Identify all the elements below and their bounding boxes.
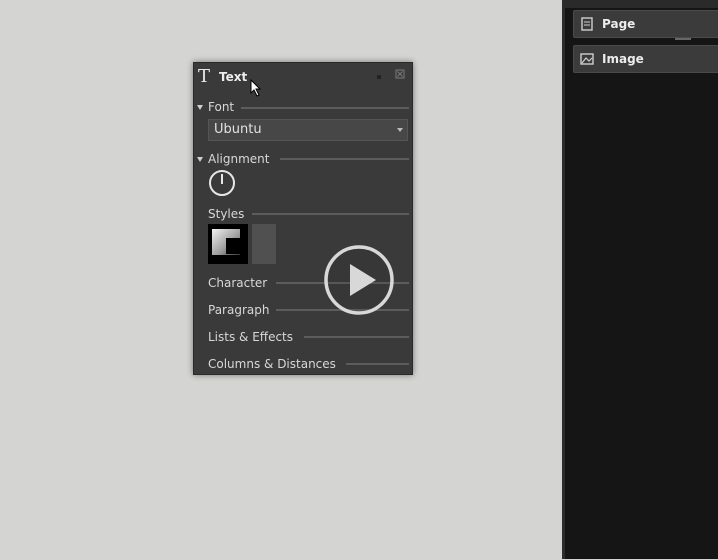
section-header-character[interactable]: Character <box>208 276 267 290</box>
section-label-character: Character <box>208 276 268 290</box>
section-label-styles: Styles <box>208 207 245 221</box>
side-item-page-label: Page <box>602 17 636 31</box>
font-family-value: Ubuntu <box>214 122 262 137</box>
alignment-dial-icon[interactable] <box>208 169 236 197</box>
section-header-paragraph[interactable]: Paragraph <box>208 303 269 317</box>
side-item-image[interactable]: Image <box>573 45 718 73</box>
side-item-page[interactable]: Page <box>573 10 718 38</box>
image-icon <box>580 53 594 65</box>
section-divider <box>280 158 409 160</box>
play-icon[interactable] <box>323 244 395 316</box>
side-item-image-label: Image <box>602 52 644 66</box>
dialog-menu-dot[interactable] <box>377 75 381 79</box>
section-label-alignment: Alignment <box>208 152 270 166</box>
section-label-lists-effects: Lists & Effects <box>208 330 294 344</box>
section-header-columns-distances[interactable]: Columns & Distances <box>208 357 336 371</box>
dialog-title: Text <box>219 70 248 84</box>
section-label-columns-distances: Columns & Distances <box>208 357 336 371</box>
section-header-styles[interactable]: Styles <box>208 207 244 221</box>
section-label-font: Font <box>208 100 235 114</box>
text-properties-dialog: T Text Font Ubuntu Alignment Styles Char… <box>193 62 413 375</box>
section-divider <box>346 363 409 365</box>
style-preview-swatch[interactable] <box>208 224 248 264</box>
section-divider <box>241 107 409 109</box>
side-panel-top-strip <box>565 0 718 8</box>
section-header-lists-effects[interactable]: Lists & Effects <box>208 330 293 344</box>
mouse-cursor-icon <box>250 79 262 97</box>
text-tool-icon: T <box>198 66 211 87</box>
canvas-area: Page Image T Text Font Ubuntu Alignment … <box>0 0 718 559</box>
chevron-down-icon <box>397 128 403 132</box>
side-panel: Page Image <box>562 0 718 559</box>
style-preview-swatch-secondary[interactable] <box>252 224 276 264</box>
section-header-alignment[interactable]: Alignment <box>197 152 269 166</box>
font-family-dropdown[interactable]: Ubuntu <box>208 119 408 141</box>
dialog-titlebar[interactable]: T Text <box>194 63 412 91</box>
page-icon <box>581 17 593 31</box>
section-divider <box>304 336 409 338</box>
side-panel-grip[interactable] <box>675 38 691 40</box>
section-header-font[interactable]: Font <box>197 100 234 114</box>
expand-arrow-icon <box>197 104 203 110</box>
close-icon[interactable] <box>395 69 405 79</box>
section-label-paragraph: Paragraph <box>208 303 270 317</box>
expand-arrow-icon <box>197 156 203 162</box>
section-divider <box>252 213 409 215</box>
